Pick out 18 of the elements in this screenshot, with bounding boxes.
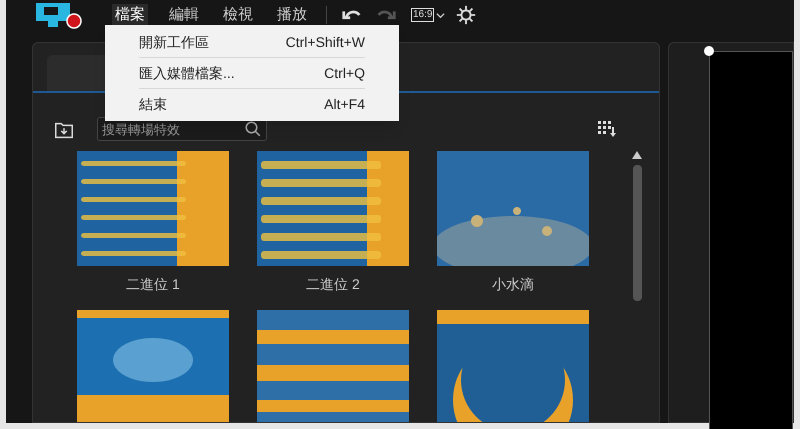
transition-label: 二進位 1: [126, 275, 180, 294]
chevron-down-icon: [436, 10, 446, 20]
transition-label: 小水滴: [492, 275, 534, 294]
menu-item[interactable]: 檢視: [220, 4, 256, 26]
search-icon[interactable]: [244, 120, 262, 138]
settings-icon[interactable]: [455, 4, 478, 26]
menu-item[interactable]: 播放: [274, 4, 310, 26]
menu-entry[interactable]: 結束 Alt+F4: [139, 89, 365, 119]
menu-item[interactable]: 編輯: [166, 4, 202, 26]
scroll-up-icon[interactable]: [632, 151, 642, 159]
sort-grid-icon[interactable]: [597, 119, 617, 139]
app-logo-icon[interactable]: [34, 1, 82, 29]
transition-label: 二進位 2: [306, 275, 360, 294]
menu-entry[interactable]: 匯入媒體檔案... Ctrl+Q: [139, 58, 365, 88]
resize-handle[interactable]: [704, 46, 714, 56]
menu-entry[interactable]: 開新工作區 Ctrl+Shift+W: [105, 27, 399, 57]
menu-item[interactable]: 檔案: [112, 4, 148, 26]
scrollbar-thumb[interactable]: [632, 165, 642, 301]
